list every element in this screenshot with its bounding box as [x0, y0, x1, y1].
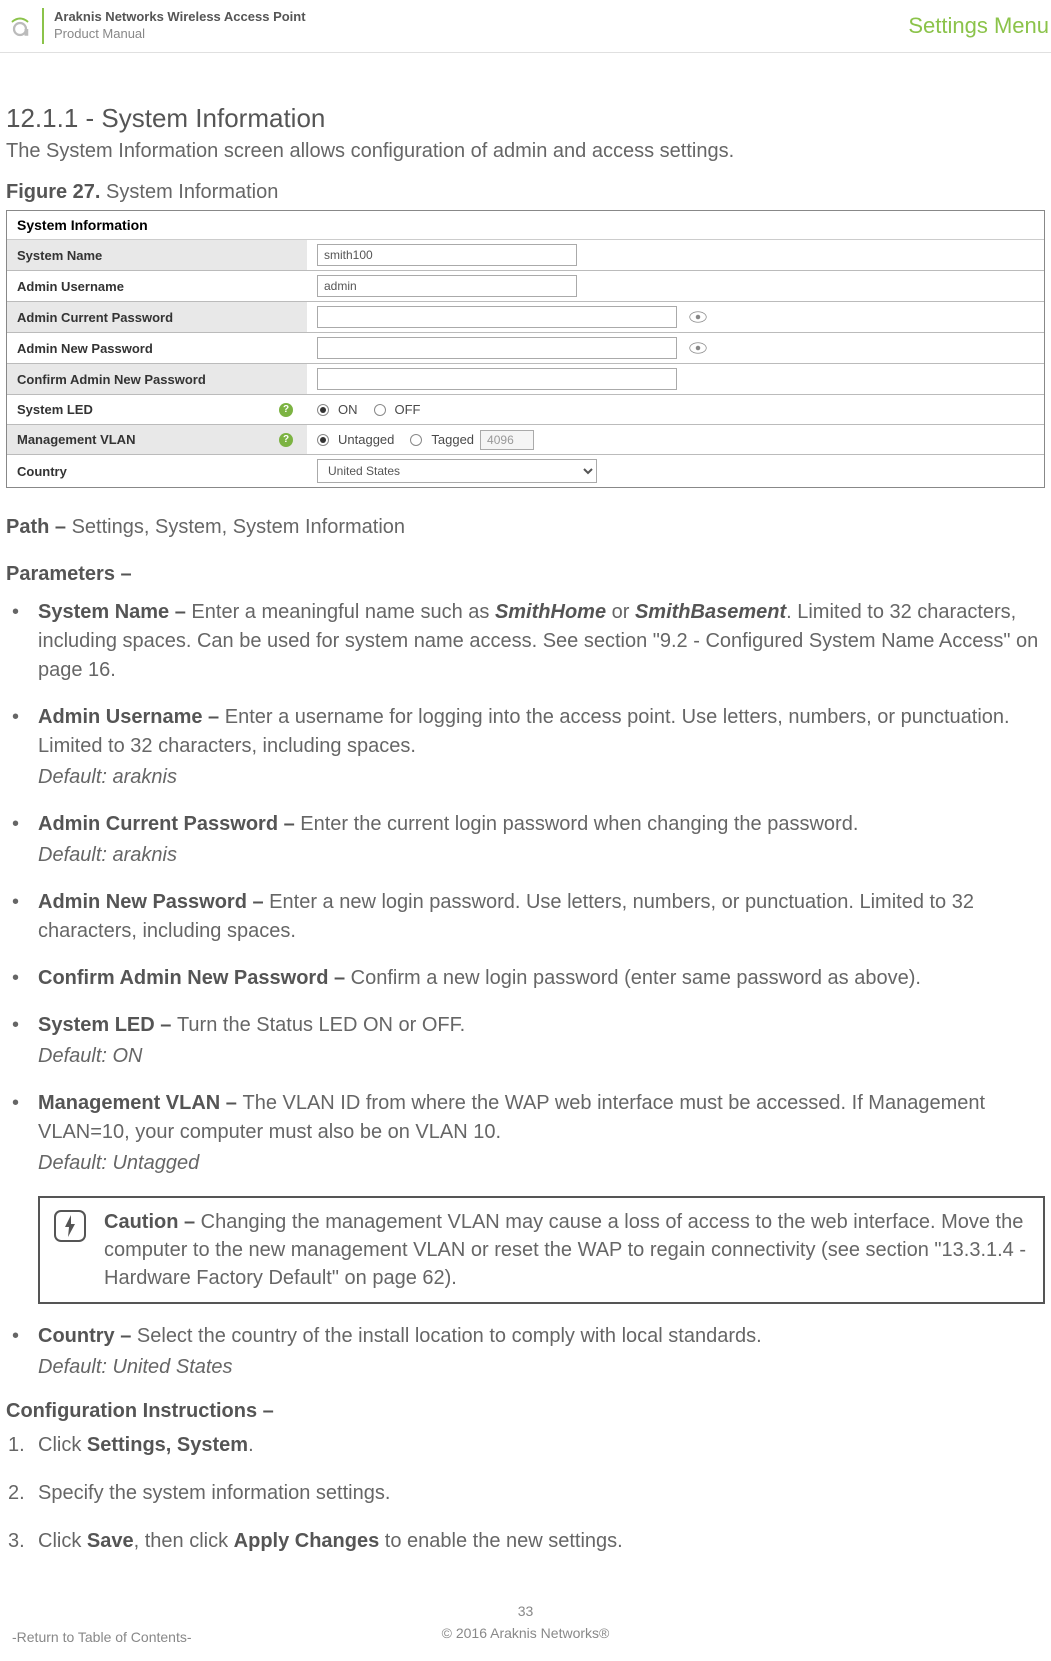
help-icon[interactable]: ? — [279, 403, 293, 417]
confirm-pw-input[interactable] — [317, 368, 677, 390]
row-admin-username: Admin Username — [7, 271, 1044, 302]
led-on-label: ON — [338, 402, 358, 417]
config-instructions-header: Configuration Instructions – — [6, 1400, 1045, 1423]
param-confirm-pw: Confirm Admin New Password – Confirm a n… — [6, 964, 1045, 993]
param-admin-username: Admin Username – Enter a username for lo… — [6, 703, 1045, 792]
parameters-list: System Name – Enter a meaningful name su… — [6, 598, 1045, 1178]
path-value: Settings, System, System Information — [72, 516, 405, 538]
admin-current-pw-input[interactable] — [317, 306, 677, 328]
param-system-name: System Name – Enter a meaningful name su… — [6, 598, 1045, 685]
page-number: 33 — [0, 1603, 1051, 1619]
parameters-header: Parameters – — [6, 563, 1045, 586]
return-toc-link[interactable]: -Return to Table of Contents- — [12, 1629, 192, 1645]
row-admin-current-pw: Admin Current Password — [7, 302, 1044, 333]
section-description: The System Information screen allows con… — [6, 140, 1045, 163]
vlan-id-input[interactable] — [480, 430, 534, 450]
param-admin-current-pw: Admin Current Password – Enter the curre… — [6, 810, 1045, 870]
param-admin-new-pw: Admin New Password – Enter a new login p… — [6, 888, 1045, 946]
vlan-tagged-label: Tagged — [431, 432, 474, 447]
caution-icon — [54, 1210, 86, 1242]
led-off-label: OFF — [395, 402, 421, 417]
product-subtitle: Product Manual — [54, 26, 306, 43]
label-confirm-pw: Confirm Admin New Password — [7, 364, 307, 394]
label-admin-new-pw: Admin New Password — [7, 333, 307, 363]
label-country: Country — [7, 455, 307, 487]
row-system-led: System LED ? ON OFF — [7, 395, 1044, 425]
row-admin-new-pw: Admin New Password — [7, 333, 1044, 364]
parameters-list-cont: Country – Select the country of the inst… — [6, 1322, 1045, 1382]
admin-username-input[interactable] — [317, 275, 577, 297]
param-country: Country – Select the country of the inst… — [6, 1322, 1045, 1382]
page-footer: 33 -Return to Table of Contents- © 2016 … — [0, 1595, 1051, 1661]
row-mgmt-vlan: Management VLAN ? Untagged Tagged — [7, 425, 1044, 455]
row-country: Country United States — [7, 455, 1044, 487]
figure-caption: Figure 27. System Information — [6, 181, 1045, 204]
figure-label: Figure 27. — [6, 181, 100, 203]
eye-icon[interactable] — [689, 311, 707, 323]
path-line: Path – Settings, System, System Informat… — [6, 516, 1045, 539]
row-confirm-pw: Confirm Admin New Password — [7, 364, 1044, 395]
vlan-untagged-label: Untagged — [338, 432, 394, 447]
caution-box: Caution – Changing the management VLAN m… — [38, 1196, 1045, 1304]
caution-text: Changing the management VLAN may cause a… — [104, 1211, 1026, 1289]
instructions-list: Click Settings, System. Specify the syst… — [6, 1431, 1045, 1555]
header-left: Araknis Networks Wireless Access Point P… — [8, 8, 306, 44]
param-mgmt-vlan: Management VLAN – The VLAN ID from where… — [6, 1089, 1045, 1178]
label-admin-current-pw: Admin Current Password — [7, 302, 307, 332]
product-title: Araknis Networks Wireless Access Point — [54, 9, 306, 26]
row-system-name: System Name — [7, 240, 1044, 271]
admin-new-pw-input[interactable] — [317, 337, 677, 359]
instruction-1: Click Settings, System. — [6, 1431, 1045, 1459]
eye-icon[interactable] — [689, 342, 707, 354]
header-text: Araknis Networks Wireless Access Point P… — [54, 9, 306, 43]
path-label: Path – — [6, 516, 66, 538]
copyright: © 2016 Araknis Networks® — [442, 1625, 610, 1641]
system-info-screenshot: System Information System Name Admin Use… — [6, 210, 1045, 488]
country-select[interactable]: United States — [317, 459, 597, 483]
section-heading: 12.1.1 - System Information — [6, 103, 1045, 134]
settings-menu-label: Settings Menu — [908, 13, 1051, 39]
param-system-led: System LED – Turn the Status LED ON or O… — [6, 1011, 1045, 1071]
page-header: Araknis Networks Wireless Access Point P… — [0, 0, 1051, 53]
label-mgmt-vlan: Management VLAN ? — [7, 425, 307, 454]
brand-logo-icon — [8, 8, 44, 44]
instruction-3: Click Save, then click Apply Changes to … — [6, 1527, 1045, 1555]
vlan-tagged-radio[interactable] — [410, 434, 422, 446]
label-admin-username: Admin Username — [7, 271, 307, 301]
vlan-untagged-radio[interactable] — [317, 434, 329, 446]
instruction-2: Specify the system information settings. — [6, 1479, 1045, 1507]
help-icon[interactable]: ? — [279, 433, 293, 447]
label-system-name: System Name — [7, 240, 307, 270]
page-content: 12.1.1 - System Information The System I… — [0, 53, 1051, 1595]
label-system-led: System LED ? — [7, 395, 307, 424]
led-off-radio[interactable] — [374, 404, 386, 416]
system-name-input[interactable] — [317, 244, 577, 266]
led-on-radio[interactable] — [317, 404, 329, 416]
figure-title: System Information — [106, 181, 278, 203]
panel-title: System Information — [7, 211, 1044, 240]
caution-label: Caution – — [104, 1211, 201, 1233]
